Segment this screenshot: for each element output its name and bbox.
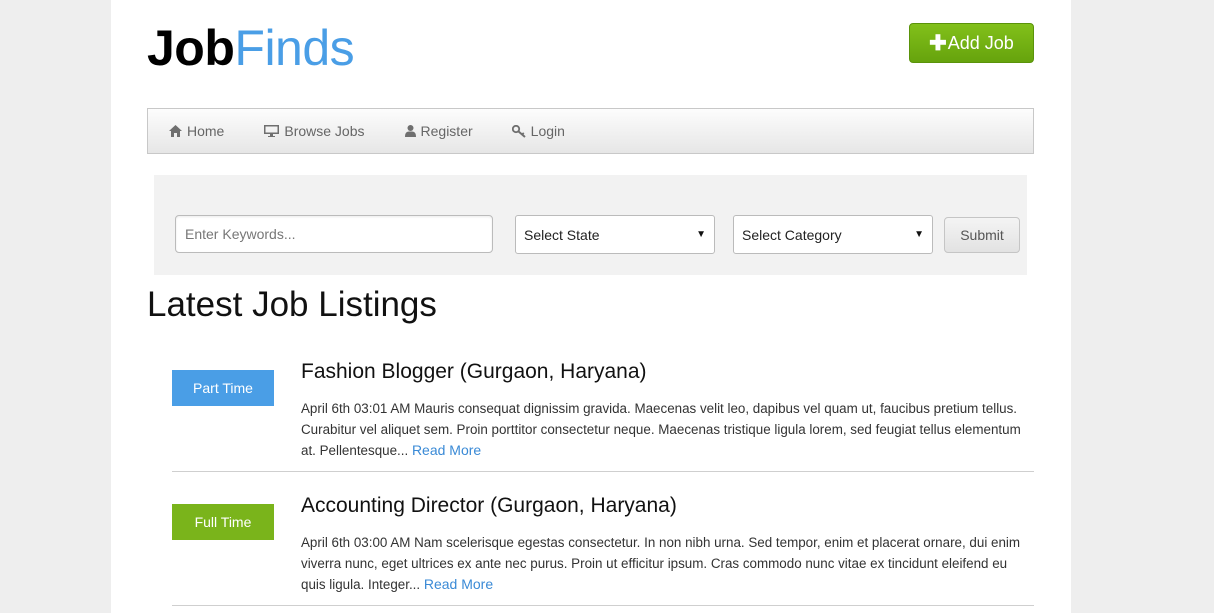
category-select[interactable]: Select Category ▼ (733, 215, 933, 254)
nav-label-register: Register (420, 123, 473, 139)
key-icon (511, 124, 526, 138)
state-select[interactable]: Select State ▼ (515, 215, 715, 254)
read-more-link[interactable]: Read More (424, 576, 493, 592)
nav-label-home: Home (187, 123, 225, 139)
site-logo[interactable]: JobFinds (147, 20, 355, 76)
nav-item-login[interactable]: Login (511, 123, 565, 139)
job-listing: Part Time Fashion Blogger (Gurgaon, Hary… (172, 352, 1034, 472)
listings-title: Latest Job Listings (147, 285, 437, 324)
read-more-link[interactable]: Read More (412, 442, 481, 458)
page-container: JobFinds ✚ Add Job Home Browse Jobs Regi… (111, 0, 1071, 613)
keywords-input[interactable] (175, 215, 493, 253)
add-job-label: Add Job (947, 32, 1014, 53)
main-nav: Home Browse Jobs Register Login (147, 108, 1034, 154)
nav-item-browse-jobs[interactable]: Browse Jobs (264, 123, 365, 139)
job-description: April 6th 03:00 AM Nam scelerisque egest… (301, 532, 1034, 595)
logo-text-job: Job (147, 20, 235, 76)
state-select-value: Select State (524, 226, 600, 243)
logo-text-finds: Finds (234, 20, 355, 76)
user-icon (404, 125, 416, 137)
job-description: April 6th 03:01 AM Mauris consequat dign… (301, 398, 1034, 461)
job-listing: Full Time Accounting Director (Gurgaon, … (172, 486, 1034, 606)
submit-button[interactable]: Submit (944, 217, 1020, 253)
nav-item-register[interactable]: Register (404, 123, 473, 139)
nav-item-home[interactable]: Home (169, 123, 224, 139)
job-description-text: April 6th 03:01 AM Mauris consequat dign… (301, 401, 1021, 458)
job-type-badge: Full Time (172, 504, 274, 540)
monitor-icon (264, 125, 280, 137)
job-type-badge: Part Time (172, 370, 274, 406)
add-job-button[interactable]: ✚ Add Job (909, 23, 1034, 63)
chevron-down-icon: ▼ (696, 229, 706, 240)
plus-icon: ✚ (929, 31, 947, 55)
nav-label-login: Login (530, 123, 565, 139)
job-title[interactable]: Accounting Director (Gurgaon, Haryana) (301, 494, 677, 518)
nav-label-browse-jobs: Browse Jobs (284, 123, 365, 139)
job-description-text: April 6th 03:00 AM Nam scelerisque egest… (301, 535, 1021, 592)
home-icon (169, 125, 182, 137)
category-select-value: Select Category (742, 226, 842, 243)
job-title[interactable]: Fashion Blogger (Gurgaon, Haryana) (301, 360, 647, 384)
chevron-down-icon: ▼ (914, 229, 924, 240)
search-panel: Select State ▼ Select Category ▼ Submit (154, 175, 1027, 275)
